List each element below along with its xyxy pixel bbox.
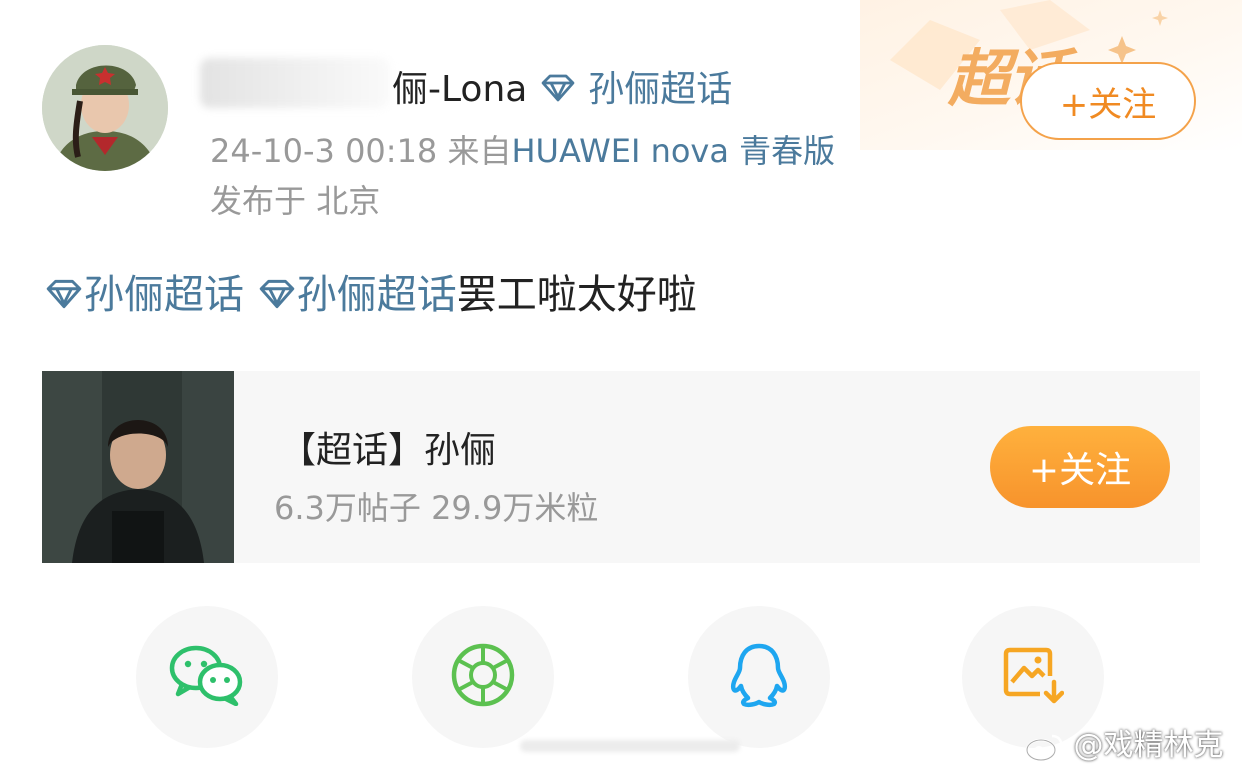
supertopic-title: 【超话】孙俪	[280, 430, 497, 471]
follow-author-button[interactable]: +关注	[1020, 62, 1196, 140]
share-wechat-button[interactable]	[136, 606, 278, 748]
device-source-link[interactable]: HUAWEI nova 青春版	[511, 132, 835, 170]
author-supertopic-link[interactable]: 孙俪超话	[588, 69, 732, 110]
post-body: 孙俪超话 孙俪超话罢工啦太好啦	[44, 262, 697, 320]
share-qq-button[interactable]	[688, 606, 830, 748]
share-moments-button[interactable]	[412, 606, 554, 748]
wechat-icon	[168, 644, 246, 710]
post-body-text: 罢工啦太好啦	[456, 272, 697, 318]
source-prefix: 来自	[447, 132, 512, 170]
blurred-bottom-bar	[520, 740, 740, 752]
weibo-logo-icon	[1024, 728, 1074, 763]
supertopic-stats: 6.3万帖子 29.9万米粒	[274, 489, 599, 527]
moments-icon	[450, 642, 516, 712]
post-meta-time-source: 24-10-3 00:18 来自HUAWEI nova 青春版	[210, 126, 835, 172]
follow-supertopic-button[interactable]: +关注	[990, 426, 1170, 508]
author-name-line[interactable]: 俪-Lona 孙俪超话	[392, 60, 732, 112]
qq-icon	[728, 642, 790, 712]
author-name[interactable]: 俪-Lona	[392, 69, 527, 110]
author-avatar[interactable]	[42, 45, 168, 171]
location-value: 北京	[316, 182, 381, 220]
supertopic-card[interactable]: 【超话】孙俪 6.3万帖子 29.9万米粒 +关注	[42, 371, 1200, 563]
location-label: 发布于	[210, 182, 307, 220]
topic-tag-2[interactable]: 孙俪超话	[297, 272, 457, 318]
post-timestamp: 24-10-3 00:18	[210, 132, 438, 170]
author-name-blurred	[200, 58, 390, 108]
supertopic-diamond-icon	[539, 71, 577, 112]
supertopic-diamond-icon	[257, 274, 297, 320]
watermark-text: @戏精林克	[1073, 728, 1224, 763]
topic-tag-1[interactable]: 孙俪超话	[84, 272, 244, 318]
supertopic-diamond-icon	[44, 274, 84, 320]
save-image-icon	[1002, 644, 1065, 710]
supertopic-cover-image	[42, 371, 234, 563]
post-location: 发布于 北京	[210, 176, 380, 222]
weibo-watermark: @戏精林克	[1024, 720, 1224, 764]
